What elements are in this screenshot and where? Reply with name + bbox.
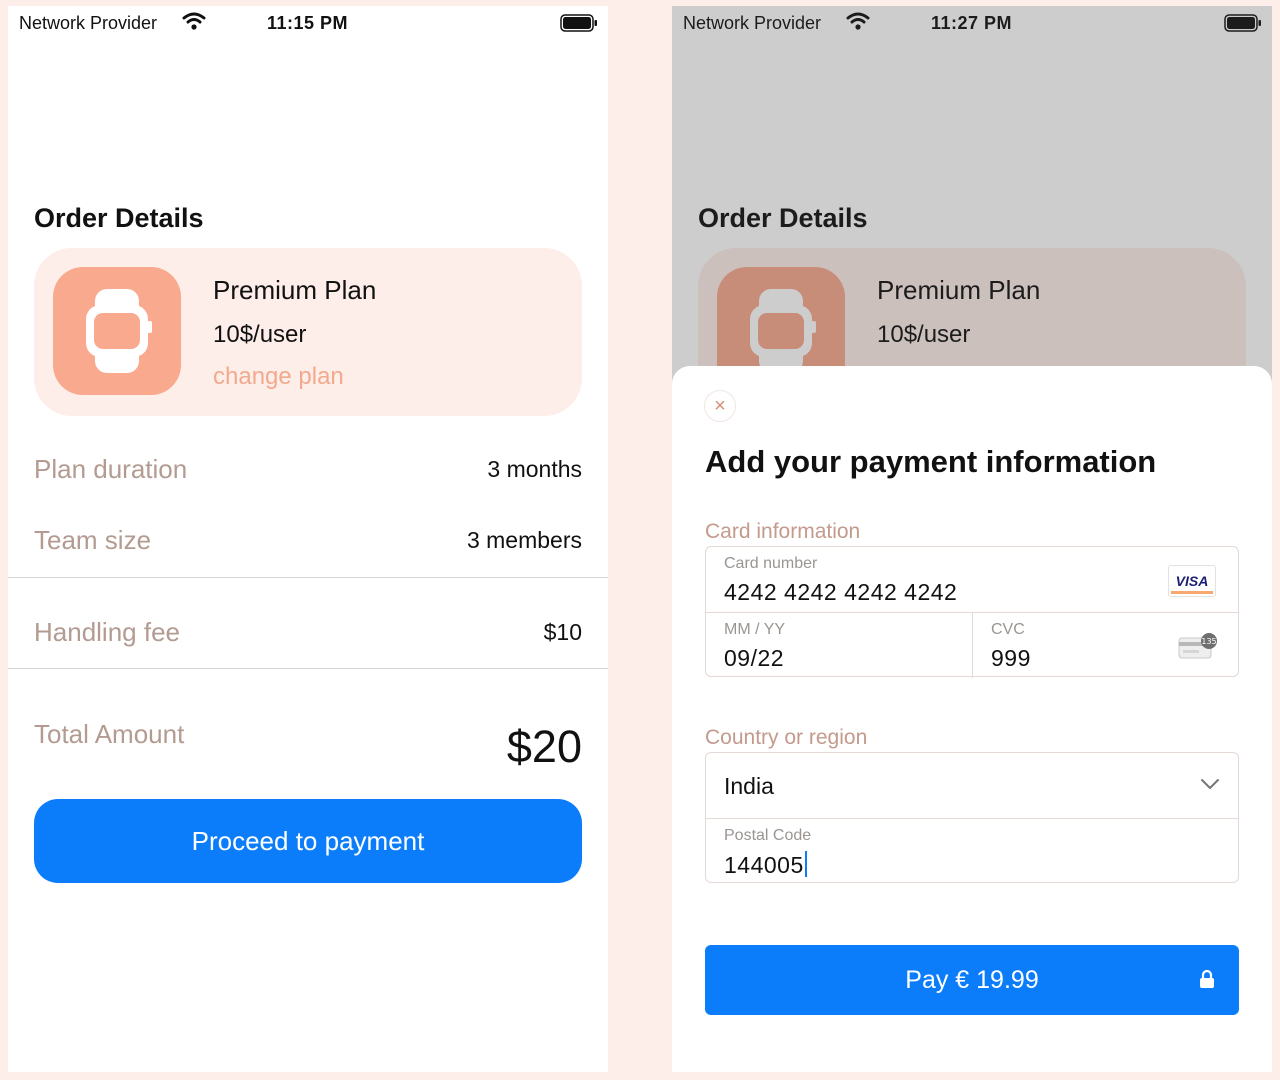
proceed-to-payment-button[interactable]: Proceed to payment: [34, 799, 582, 883]
order-details-title: Order Details: [34, 203, 204, 233]
postal-code-value: 144005: [724, 852, 804, 878]
sheet-title: Add your payment information: [705, 444, 1157, 479]
country-label: Country or region: [705, 726, 868, 749]
change-plan-link[interactable]: change plan: [213, 363, 344, 391]
visa-brand-text: VISA: [1175, 573, 1209, 589]
handling-fee-row: Handling fee $10: [34, 617, 582, 657]
handling-fee-value: $10: [543, 619, 582, 645]
team-size-label: Team size: [34, 525, 152, 555]
plan-price: 10$/user: [213, 321, 307, 348]
plan-duration-value: 3 months: [487, 456, 582, 482]
card-information-label: Card information: [705, 520, 861, 543]
text-cursor: [804, 851, 807, 877]
expiry-value: 09/22: [724, 645, 785, 671]
card-number-label: Card number: [724, 555, 818, 572]
visa-icon: VISA: [1168, 565, 1216, 597]
country-value: India: [724, 773, 774, 799]
payment-sheet: × Add your payment information Card info…: [672, 366, 1272, 1072]
order-screen: Network Provider 11:15 PM Order Details: [8, 6, 608, 1072]
cvc-label: CVC: [991, 621, 1025, 638]
postal-code-label: Postal Code: [724, 827, 812, 844]
total-amount-label: Total Amount: [34, 719, 185, 749]
chevron-down-icon[interactable]: [1200, 777, 1220, 791]
card-number-value: 4242 4242 4242 4242: [724, 579, 958, 605]
pay-button-label: Pay € 19.99: [905, 965, 1039, 994]
plan-duration-row: Plan duration 3 months: [34, 454, 582, 494]
watch-icon: [53, 267, 181, 395]
expiry-field[interactable]: MM / YY 09/22: [724, 621, 785, 672]
divider: [8, 668, 608, 669]
postal-code-field[interactable]: Postal Code 144005: [724, 827, 811, 879]
status-bar: Network Provider 11:15 PM: [8, 6, 608, 42]
lock-icon: [1200, 969, 1214, 988]
plan-name: Premium Plan: [213, 275, 377, 305]
battery-icon: [560, 14, 598, 37]
carrier-name: Network Provider: [19, 13, 158, 33]
handling-fee-label: Handling fee: [34, 617, 180, 647]
pay-button[interactable]: Pay € 19.99: [705, 945, 1239, 1015]
country-postal-group: India Postal Code 144005: [705, 752, 1239, 883]
team-size-value: 3 members: [466, 527, 582, 553]
cvc-field[interactable]: CVC 999: [991, 621, 1031, 672]
total-amount-value: $20: [506, 721, 582, 772]
expiry-label: MM / YY: [724, 621, 786, 638]
card-number-field[interactable]: Card number 4242 4242 4242 4242: [724, 555, 957, 606]
close-icon[interactable]: ×: [704, 390, 736, 422]
payment-screen: Network Provider 11:27 PM Order Details: [672, 6, 1272, 1072]
total-amount-row: Total Amount $20: [34, 719, 582, 772]
card-information-group: Card number 4242 4242 4242 4242 VISA MM …: [705, 546, 1239, 678]
country-select[interactable]: India: [724, 773, 774, 800]
cvc-card-icon: 135: [1178, 633, 1217, 659]
team-size-row: Team size 3 members: [34, 525, 582, 565]
cvc-value: 999: [991, 645, 1031, 671]
cvc-icon-text: 135: [1201, 637, 1216, 646]
plan-card: Premium Plan 10$/user change plan: [34, 248, 582, 416]
plan-duration-label: Plan duration: [34, 454, 188, 484]
divider: [8, 577, 608, 578]
wifi-icon: [182, 11, 206, 36]
status-time: 11:15 PM: [267, 13, 349, 33]
postal-code-input[interactable]: 144005: [724, 851, 811, 879]
